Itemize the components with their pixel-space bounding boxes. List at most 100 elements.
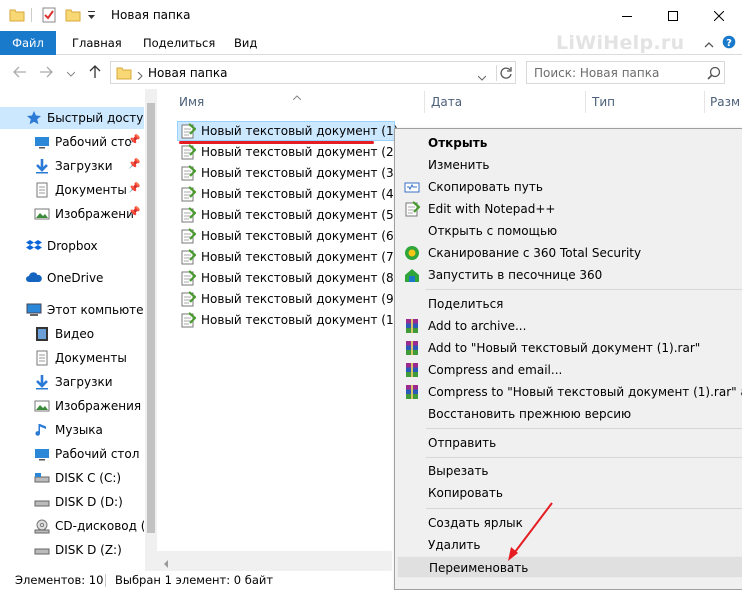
sidebar-item-label: Загрузки: [55, 159, 113, 173]
sidebar-item-desktop-pc[interactable]: Рабочий стол: [0, 443, 144, 465]
file-row[interactable]: Новый текстовый документ (4): [177, 184, 398, 204]
column-header-size[interactable]: Разм: [710, 89, 740, 115]
sidebar-scrollbar-thumb[interactable]: [147, 103, 155, 533]
menu-item-copy[interactable]: Копировать: [397, 482, 742, 504]
ribbon-expand-icon[interactable]: [704, 38, 714, 52]
address-bar[interactable]: Новая папка: [110, 61, 516, 84]
sidebar-item-music[interactable]: Музыка: [0, 419, 144, 441]
sidebar-item-this-pc[interactable]: Этот компьютер: [0, 299, 144, 321]
tab-share[interactable]: Поделиться: [143, 31, 215, 55]
file-list-horizontal-scrollbar[interactable]: [157, 551, 392, 571]
sidebar-item-label: Быстрый доступ: [47, 111, 144, 125]
column-header-type[interactable]: Тип: [592, 89, 615, 115]
sidebar-item-label: CD-дисковод (F: [55, 519, 144, 533]
text-file-icon: [180, 249, 197, 265]
file-name: Новый текстовый документ (5): [201, 208, 399, 222]
forward-button[interactable]: [37, 63, 55, 81]
column-divider[interactable]: [704, 91, 705, 113]
column-divider[interactable]: [585, 91, 586, 113]
menu-item-delete[interactable]: Удалить: [397, 534, 742, 556]
pictures-icon: [34, 206, 50, 222]
menu-item-share[interactable]: Поделиться: [397, 293, 742, 315]
file-row[interactable]: Новый текстовый документ (5): [177, 205, 398, 225]
menu-item-restore-previous[interactable]: Восстановить прежнюю версию: [397, 403, 742, 425]
winrar-icon: [404, 340, 420, 356]
up-button[interactable]: [86, 63, 104, 81]
menu-item-add-to-rar[interactable]: Add to "Новый текстовый документ (1).rar…: [397, 337, 742, 359]
menu-item-open-with[interactable]: Открыть с помощью: [397, 220, 742, 242]
menu-item-copy-path[interactable]: Скопировать путь: [397, 176, 742, 198]
refresh-icon[interactable]: [499, 66, 513, 83]
column-header-date[interactable]: Дата: [431, 89, 462, 115]
sidebar-item-downloads-pc[interactable]: Загрузки: [0, 371, 144, 393]
menu-item-send-to[interactable]: Отправить: [397, 432, 742, 454]
file-row[interactable]: Новый текстовый документ (10): [177, 310, 406, 330]
tab-file[interactable]: Файл: [0, 31, 56, 55]
sidebar-item-video[interactable]: Видео: [0, 323, 144, 345]
maximize-button[interactable]: [650, 0, 696, 31]
sidebar-item-downloads[interactable]: Загрузки 📌: [0, 155, 144, 177]
file-row[interactable]: Новый текстовый документ (2): [177, 142, 398, 162]
address-path[interactable]: Новая папка: [148, 66, 227, 80]
pin-icon: 📌: [128, 207, 141, 218]
menu-item-open[interactable]: Открыть: [397, 132, 742, 154]
video-icon: [34, 326, 50, 342]
file-row[interactable]: Новый текстовый документ (9): [177, 289, 398, 309]
file-name: Новый текстовый документ (2): [201, 145, 399, 159]
forward-arrow-icon: [40, 66, 53, 78]
file-row[interactable]: Новый текстовый документ (6): [177, 226, 398, 246]
search-input[interactable]: Поиск: Новая папка: [526, 61, 725, 84]
help-icon[interactable]: ?: [722, 35, 736, 52]
sidebar-item-disk-c[interactable]: DISK C (C:): [0, 467, 144, 489]
file-name: Новый текстовый документ (4): [201, 187, 399, 201]
music-icon: [34, 422, 50, 438]
address-dropdown-icon[interactable]: [477, 70, 487, 84]
drive-icon: [34, 494, 50, 510]
menu-item-create-shortcut[interactable]: Создать ярлык: [397, 512, 742, 534]
breadcrumb-chevron-icon[interactable]: [137, 69, 143, 83]
sidebar-item-pictures[interactable]: Изображени 📌: [0, 203, 144, 225]
sidebar-item-cd-drive[interactable]: CD-дисковод (F: [0, 515, 144, 537]
menu-item-add-to-archive[interactable]: Add to archive...: [397, 315, 742, 337]
column-divider[interactable]: [424, 91, 425, 113]
sidebar-item-quick-access[interactable]: Быстрый доступ: [0, 107, 144, 129]
menu-item-scan-360[interactable]: Сканирование с 360 Total Security: [397, 242, 742, 264]
minimize-button[interactable]: [604, 0, 650, 31]
file-row[interactable]: Новый текстовый документ (3): [177, 163, 398, 183]
menu-item-edit-notepadpp[interactable]: Edit with Notepad++: [397, 198, 742, 220]
sidebar-item-disk-d[interactable]: DISK D (D:): [0, 491, 144, 513]
back-button[interactable]: [11, 63, 29, 81]
properties-icon[interactable]: [41, 7, 57, 26]
menu-item-compress-email[interactable]: Compress and email...: [397, 359, 742, 381]
menu-item-label: Compress to "Новый текстовый документ (1…: [428, 385, 742, 399]
customize-dropdown-icon[interactable]: [88, 10, 96, 24]
sidebar-item-onedrive[interactable]: OneDrive: [0, 267, 144, 289]
menu-item-cut[interactable]: Вырезать: [397, 460, 742, 482]
file-row[interactable]: Новый текстовый документ (1): [177, 121, 398, 141]
menu-item-edit[interactable]: Изменить: [397, 154, 742, 176]
file-row[interactable]: Новый текстовый документ (8): [177, 268, 398, 288]
new-folder-icon[interactable]: [65, 7, 81, 26]
sidebar-item-documents[interactable]: Документы 📌: [0, 179, 144, 201]
sidebar-item-disk-z[interactable]: DISK D (Z:): [0, 539, 144, 561]
menu-item-label: Add to archive...: [428, 319, 527, 333]
tab-home[interactable]: Главная: [72, 31, 122, 55]
recent-locations-button[interactable]: [62, 65, 80, 83]
sidebar-item-documents-pc[interactable]: Документы: [0, 347, 144, 369]
menu-item-sandbox-360[interactable]: Запустить в песочнице 360: [397, 264, 742, 286]
sidebar-scrollbar[interactable]: [145, 89, 157, 571]
sidebar-item-desktop[interactable]: Рабочий сто 📌: [0, 131, 144, 153]
close-button[interactable]: [696, 0, 742, 31]
scroll-left-icon[interactable]: [163, 557, 169, 571]
desktop-icon: [34, 134, 50, 150]
sidebar-item-pictures-pc[interactable]: Изображения: [0, 395, 144, 417]
tab-view[interactable]: Вид: [234, 31, 257, 55]
document-icon: [34, 182, 50, 198]
file-row[interactable]: Новый текстовый документ (7): [177, 247, 398, 267]
scan-360-icon: [404, 245, 420, 261]
column-header-name[interactable]: Имя: [179, 89, 204, 115]
menu-item-compress-rar-email[interactable]: Compress to "Новый текстовый документ (1…: [397, 381, 742, 403]
sidebar-item-dropbox[interactable]: Dropbox: [0, 235, 144, 257]
menu-item-rename[interactable]: Переименовать: [397, 556, 742, 578]
text-file-icon: [180, 186, 197, 202]
